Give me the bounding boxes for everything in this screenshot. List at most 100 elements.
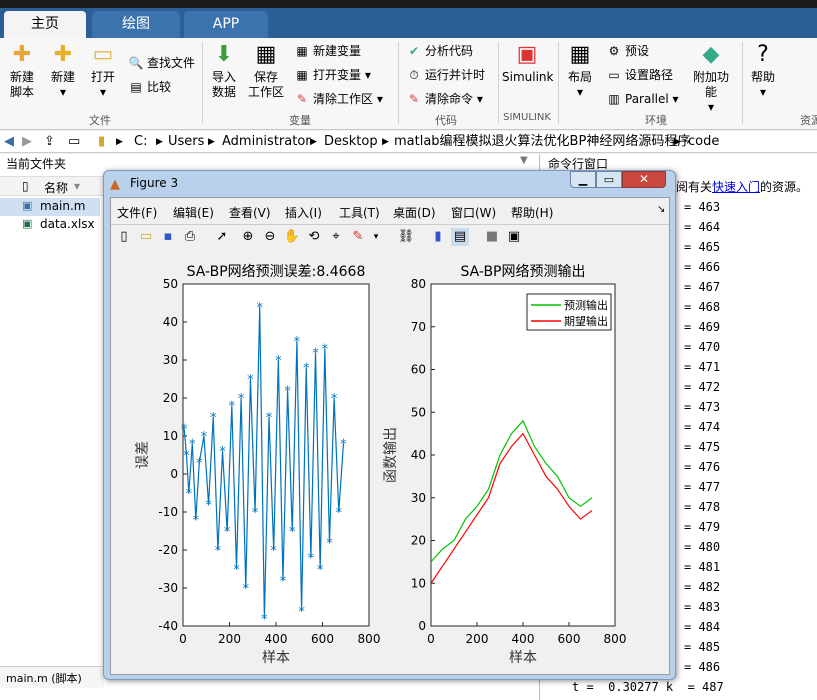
breadcrumb-item[interactable]: Desktop	[324, 131, 378, 153]
legend-icon[interactable]: ▤	[451, 228, 469, 246]
y-tick-label: 0	[418, 619, 426, 633]
parallel-button[interactable]: ▥ Parallel ▾	[606, 90, 678, 108]
set-path-button[interactable]: ▭ 设置路径	[606, 66, 673, 84]
compare-button[interactable]: ▤ 比较	[128, 78, 171, 96]
y-tick-label: 30	[163, 353, 178, 367]
analyze-icon: ✔	[408, 44, 420, 58]
breadcrumb-item[interactable]: matlab编程模拟退火算法优化BP神经网络源码程序	[394, 131, 690, 153]
run-timer-button[interactable]: ⏱ 运行并计时	[406, 66, 485, 84]
sort-arrow-icon[interactable]: ▾	[74, 179, 80, 193]
notice-suffix: 的资源。	[760, 180, 809, 194]
maximize-button[interactable]: ▭	[596, 171, 622, 188]
data-point: *	[289, 525, 296, 540]
open-button[interactable]: ▭ 打开 ▾	[88, 42, 118, 100]
add-ons-button[interactable]: ◆ 附加功能 ▾	[688, 42, 734, 115]
x-axis-label: 样本	[262, 650, 290, 666]
colorbar-icon[interactable]: ▮	[429, 228, 447, 246]
open-file-icon[interactable]: ▭	[137, 228, 155, 246]
breadcrumb-separator: ▶	[674, 137, 681, 147]
zoom-in-icon[interactable]: ⊕	[239, 228, 257, 246]
find-files-button[interactable]: 🔍 查找文件	[128, 54, 196, 72]
tab-home[interactable]: 主页	[4, 11, 86, 38]
hide-tools-icon[interactable]: ■	[483, 228, 501, 246]
breadcrumb-item[interactable]: C:	[134, 131, 147, 153]
menu-file[interactable]: 文件(F)	[117, 204, 157, 221]
tab-apps[interactable]: APP	[184, 11, 268, 38]
menu-desktop[interactable]: 桌面(D)	[393, 204, 436, 221]
y-tick-label: 20	[163, 391, 178, 405]
data-point: *	[266, 411, 273, 426]
column-name[interactable]: 名称	[44, 179, 68, 196]
pointer-icon[interactable]: ➚	[213, 228, 231, 246]
menu-help[interactable]: 帮助(H)	[511, 204, 553, 221]
show-tools-icon[interactable]: ▣	[505, 228, 523, 246]
new-figure-icon[interactable]: ▯	[115, 228, 133, 246]
open-variable-label: 打开变量	[313, 68, 362, 82]
menu-tools[interactable]: 工具(T)	[339, 204, 380, 221]
new-variable-button[interactable]: ▦ 新建变量	[294, 42, 361, 60]
command-output-line: = 463	[684, 200, 721, 214]
save-icon: ▦	[255, 42, 277, 67]
pan-icon[interactable]: ✋	[283, 228, 301, 246]
new-label: 新建	[50, 70, 75, 84]
command-output-line: t = 0.30277 k = 487	[572, 680, 724, 694]
breadcrumb-item[interactable]: code	[688, 131, 719, 153]
data-point: *	[243, 582, 250, 597]
dock-arrow-icon[interactable]: ↘	[657, 204, 665, 215]
breadcrumb-item[interactable]: Users	[168, 131, 204, 153]
new-button[interactable]: ✚ 新建 ▾	[48, 42, 78, 100]
menu-edit[interactable]: 编辑(E)	[173, 204, 214, 221]
save-label-1: 保存	[253, 70, 278, 84]
tab-plots[interactable]: 绘图	[92, 11, 180, 38]
forward-arrow-icon[interactable]: ▶	[22, 131, 32, 153]
brush-icon[interactable]: ✎	[349, 228, 367, 246]
new-script-button[interactable]: ✚ 新建 脚本	[6, 42, 38, 100]
list-item[interactable]: ▣ data.xlsx	[0, 216, 100, 234]
preferences-label: 预设	[625, 44, 650, 58]
back-arrow-icon[interactable]: ◀	[4, 131, 14, 153]
command-output-line: = 466	[684, 260, 721, 274]
simulink-button[interactable]: ▣ Simulink	[502, 42, 553, 85]
data-cursor-icon[interactable]: ⌖	[327, 228, 345, 246]
clear-commands-button[interactable]: ✎ 清除命令 ▾	[406, 90, 483, 108]
panel-menu-icon[interactable]: ▼	[520, 155, 528, 166]
link-plot-icon[interactable]: ⛓	[397, 228, 415, 246]
notice-prefix: 阅有关	[676, 180, 713, 194]
brush-dropdown-icon[interactable]: ▾	[367, 228, 385, 246]
open-variable-button[interactable]: ▦ 打开变量 ▾	[294, 66, 371, 84]
print-icon[interactable]: ⎙	[181, 228, 199, 246]
x-tick-label: 600	[558, 632, 581, 646]
menu-view[interactable]: 查看(V)	[229, 204, 271, 221]
command-output-line: = 470	[684, 340, 721, 354]
data-point: *	[270, 544, 277, 559]
data-point: *	[229, 400, 236, 415]
group-resources: 资源	[800, 114, 817, 127]
save-workspace-button[interactable]: ▦ 保存 工作区	[246, 42, 286, 100]
data-point: *	[275, 354, 282, 369]
close-button[interactable]: ✕	[622, 171, 666, 188]
up-folder-icon[interactable]: ⇪	[44, 131, 55, 153]
menu-window[interactable]: 窗口(W)	[451, 204, 496, 221]
preferences-button[interactable]: ⚙ 预设	[606, 42, 649, 60]
analyze-code-button[interactable]: ✔ 分析代码	[406, 42, 473, 60]
data-point: *	[336, 506, 343, 521]
breadcrumb-separator: ▶	[382, 137, 389, 147]
menu-insert[interactable]: 插入(I)	[285, 204, 322, 221]
layout-button[interactable]: ▦ 布局 ▾	[564, 42, 596, 100]
help-button[interactable]: ? 帮助 ▾	[748, 42, 778, 100]
breadcrumb-item[interactable]: Administrator	[222, 131, 311, 153]
list-item[interactable]: ▣ main.m	[0, 198, 100, 216]
legend-label: 预测输出	[564, 298, 608, 312]
figure-window[interactable]: ▲ Figure 3 ▁ ▭ ✕ 文件(F) 编辑(E) 查看(V) 插入(I)…	[103, 170, 676, 680]
separator	[558, 42, 559, 124]
save-icon[interactable]: ▪	[159, 228, 177, 246]
command-output-line: = 475	[684, 440, 721, 454]
rotate-icon[interactable]: ⟲	[305, 228, 323, 246]
browse-folder-icon[interactable]: ▭	[68, 131, 80, 153]
zoom-out-icon[interactable]: ⊖	[261, 228, 279, 246]
clear-workspace-button[interactable]: ✎ 清除工作区 ▾	[294, 90, 383, 108]
minimize-button[interactable]: ▁	[570, 171, 596, 188]
import-data-button[interactable]: ⬇ 导入 数据	[208, 42, 240, 100]
quickstart-link[interactable]: 快速入门	[712, 180, 760, 194]
command-output-line: = 465	[684, 240, 721, 254]
